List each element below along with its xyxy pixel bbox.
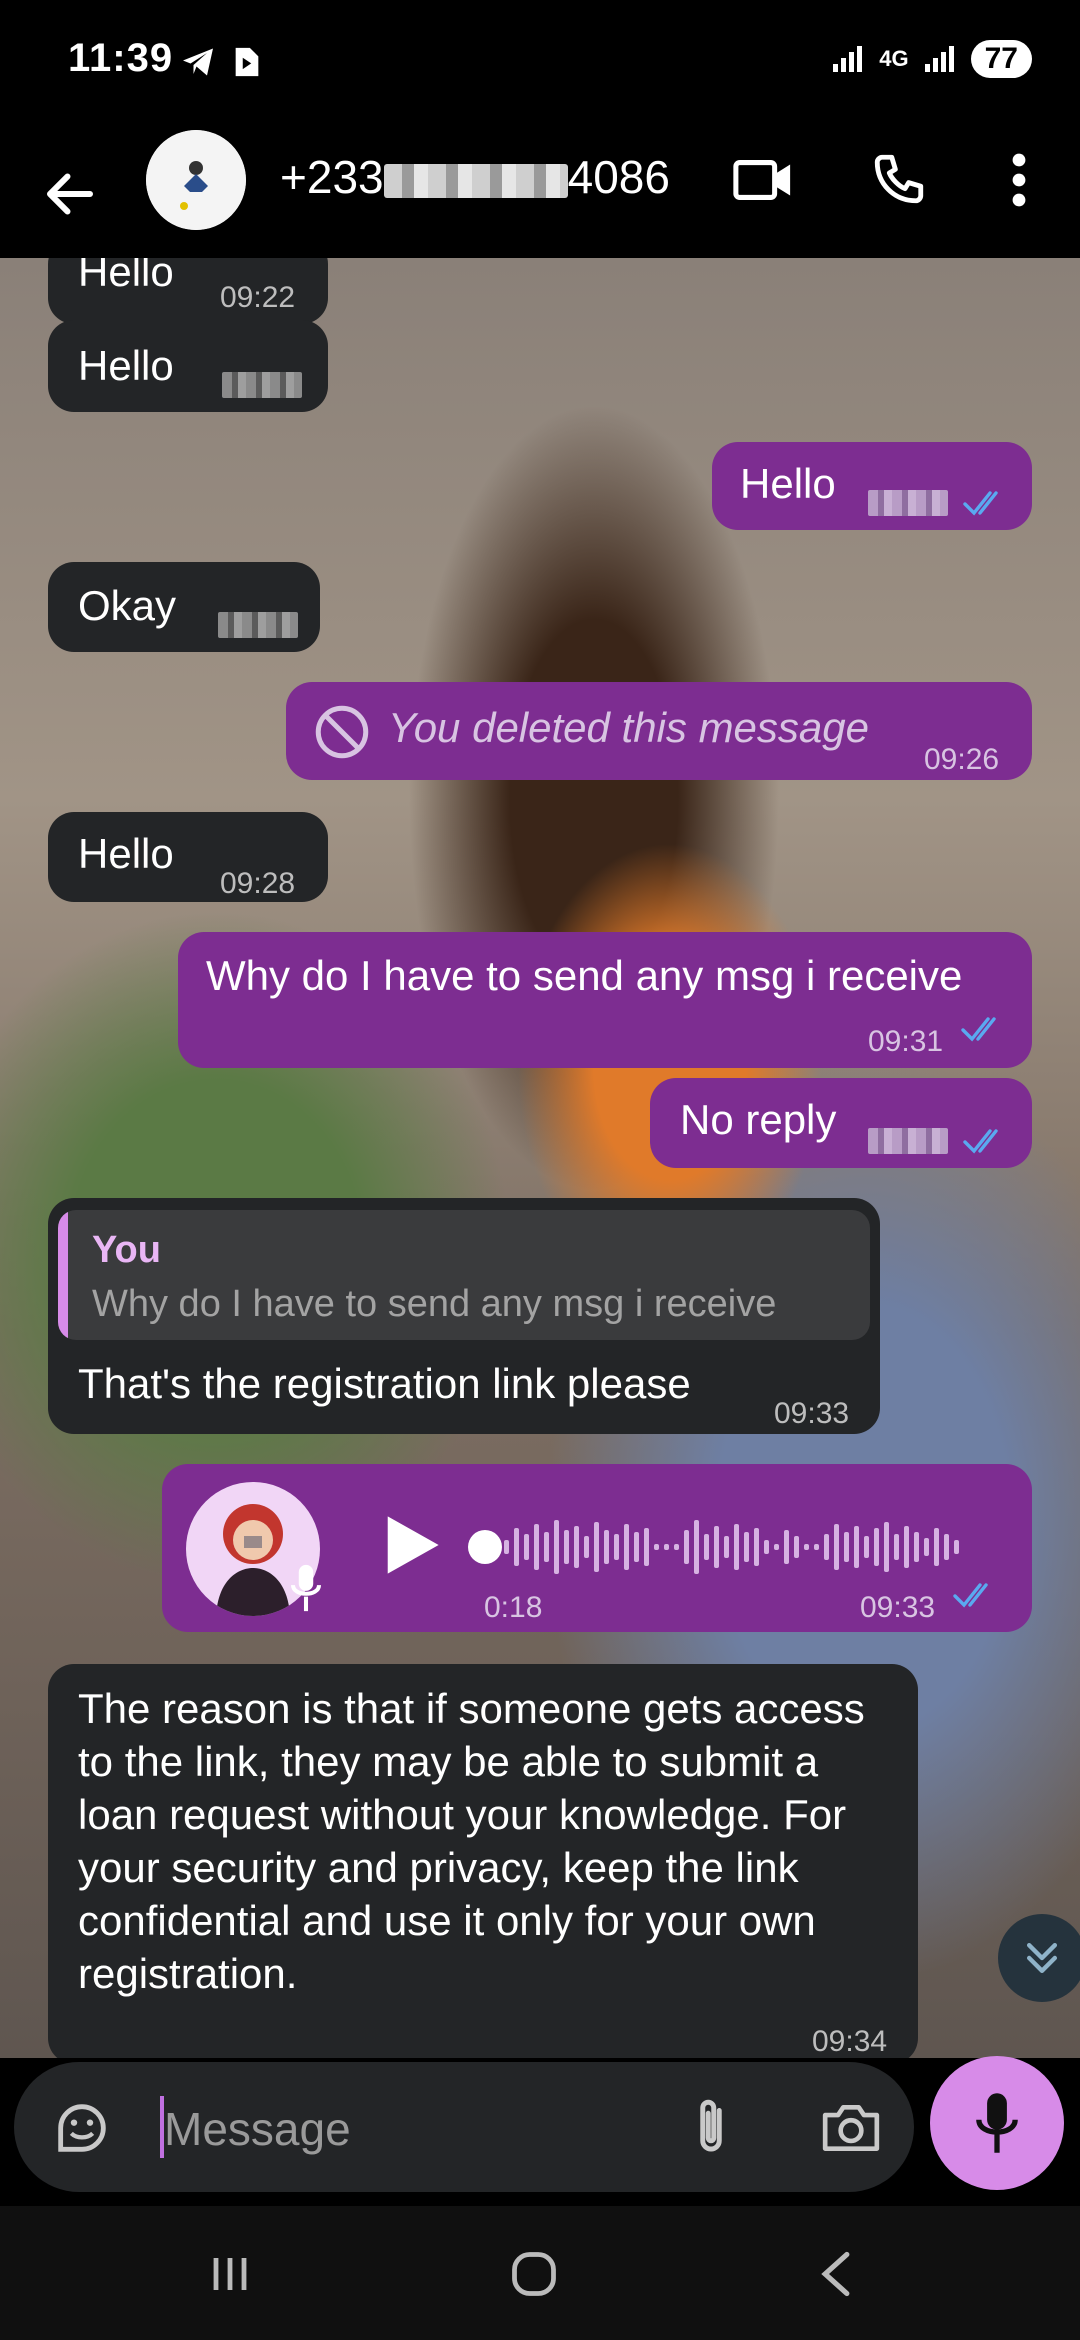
- message-text: Hello: [78, 830, 174, 877]
- redacted-time: [218, 612, 298, 638]
- mic-badge-icon: [290, 1564, 322, 1612]
- message-text: Hello: [78, 342, 174, 389]
- redacted-number: [383, 163, 568, 198]
- message-time: 09:22: [220, 281, 296, 314]
- read-ticks-icon: [953, 1583, 988, 1608]
- status-bar: 11:39 4G 77: [0, 0, 1080, 128]
- telegram-icon: [183, 48, 213, 76]
- voice-duration: 0:18: [484, 1591, 543, 1624]
- incoming-message[interactable]: Okay: [48, 562, 320, 652]
- signal-icon: [833, 46, 863, 72]
- redacted-time: [868, 490, 948, 516]
- message-time: 09:33: [860, 1591, 936, 1624]
- incoming-message[interactable]: Hello 09:22: [48, 258, 328, 324]
- message-text: Why do I have to send any msg i receive: [206, 952, 963, 999]
- message-input[interactable]: Message: [164, 2102, 351, 2156]
- double-chevron-down-icon: [1026, 1942, 1058, 1974]
- scroll-to-bottom-button[interactable]: [998, 1914, 1080, 2002]
- status-time: 11:39: [68, 36, 174, 80]
- deleted-message[interactable]: You deleted this message 09:26: [286, 682, 1032, 780]
- message-text: Hello: [78, 258, 174, 295]
- redacted-time: [222, 372, 302, 398]
- video-call-icon[interactable]: [732, 152, 794, 208]
- message-text: You deleted this message: [388, 704, 869, 751]
- prohibited-icon: [315, 705, 369, 759]
- network-type: 4G: [879, 46, 909, 71]
- outgoing-message[interactable]: Hello: [712, 442, 1032, 530]
- contact-number-suffix: 4086: [567, 151, 670, 203]
- signal-icon-2: [924, 46, 954, 72]
- more-options-icon[interactable]: [1004, 152, 1034, 208]
- message-text: The reason is that if someone gets acces…: [78, 1685, 865, 1997]
- chat-background: Hello 09:22 Hello Hello Okay You deleted…: [0, 258, 1080, 2058]
- message-text: Hello: [740, 460, 836, 507]
- system-navigation-bar: [0, 2206, 1080, 2340]
- outgoing-message[interactable]: Why do I have to send any msg i receive …: [178, 932, 1032, 1068]
- attachment-icon[interactable]: [686, 2094, 736, 2160]
- contact-avatar[interactable]: [146, 130, 246, 230]
- message-time: 09:28: [220, 867, 296, 900]
- incoming-reply-message[interactable]: You Why do I have to send any msg i rece…: [48, 1198, 880, 1434]
- read-ticks-icon: [963, 1129, 998, 1154]
- message-text: No reply: [680, 1096, 837, 1143]
- voice-record-button[interactable]: [930, 2056, 1064, 2190]
- message-text: Okay: [78, 582, 177, 629]
- sticker-emoji-icon[interactable]: [50, 2096, 114, 2160]
- redacted-time: [868, 1128, 948, 1154]
- camera-icon[interactable]: [820, 2098, 882, 2158]
- playhead-dot[interactable]: [468, 1530, 502, 1564]
- message-time: 09:26: [924, 743, 1000, 776]
- back-arrow-icon[interactable]: [40, 164, 100, 224]
- incoming-message[interactable]: The reason is that if someone gets acces…: [48, 1664, 918, 2058]
- back-nav-icon[interactable]: [814, 2248, 858, 2300]
- voice-call-icon[interactable]: [870, 150, 928, 208]
- avatar-logo-icon: [146, 130, 246, 230]
- message-time: 09:34: [812, 2025, 888, 2058]
- microphone-icon: [976, 2093, 1018, 2153]
- media-app-icon: [235, 47, 259, 77]
- incoming-message[interactable]: Hello: [48, 320, 328, 412]
- quote-author: You: [92, 1229, 161, 1271]
- message-composer: Message: [14, 2062, 914, 2192]
- quote-accent-bar: [58, 1210, 68, 1340]
- quoted-message[interactable]: You Why do I have to send any msg i rece…: [58, 1210, 870, 1340]
- home-icon[interactable]: [508, 2248, 560, 2300]
- outgoing-message[interactable]: No reply: [650, 1078, 1032, 1168]
- incoming-message[interactable]: Hello 09:28: [48, 812, 328, 902]
- contact-number-prefix: +233: [280, 151, 384, 203]
- voice-message[interactable]: 0:18 09:33: [162, 1464, 1032, 1632]
- message-text: That's the registration link please: [78, 1360, 691, 1407]
- message-time: 09:31: [868, 1025, 944, 1058]
- read-ticks-icon: [963, 491, 998, 516]
- contact-name[interactable]: +233 4086: [280, 150, 670, 204]
- voice-waveform[interactable]: [502, 1510, 1002, 1584]
- quote-text: Why do I have to send any msg i receive: [92, 1283, 777, 1325]
- play-icon[interactable]: [376, 1510, 444, 1580]
- recent-apps-icon[interactable]: [206, 2250, 254, 2298]
- read-ticks-icon: [961, 1017, 996, 1042]
- message-time: 09:33: [774, 1397, 850, 1430]
- battery-level: 77: [970, 40, 1032, 78]
